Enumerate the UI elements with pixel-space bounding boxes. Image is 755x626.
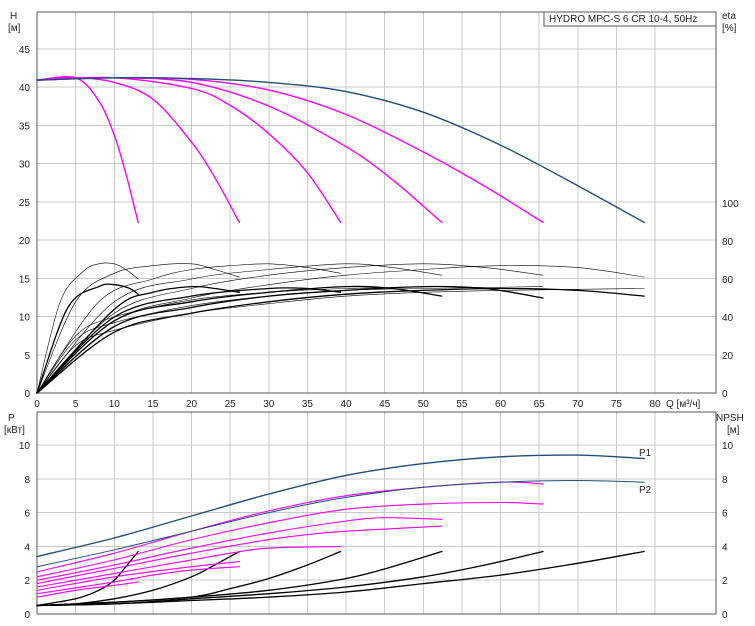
y2-tick-label-eta: 100	[722, 199, 739, 210]
y2-tick-label-eta: 60	[722, 275, 734, 286]
y-tick-label-h: 30	[19, 160, 31, 171]
y2-axis-unit-npsh: [м]	[727, 425, 740, 436]
y-tick-label-p: 6	[24, 509, 30, 520]
y2-axis-label-eta: eta	[722, 11, 736, 22]
chart-title: HYDRO MPC-S 6 CR 10-4, 50Hz	[549, 14, 697, 25]
x-tick-label: 65	[534, 399, 546, 410]
p2-curve-label: P2	[639, 485, 652, 496]
y-tick-label-h: 35	[19, 121, 31, 132]
x-tick-label: 25	[225, 399, 237, 410]
y-tick-label-p: 8	[24, 475, 30, 486]
y2-tick-label-npsh: 10	[722, 441, 734, 452]
y-tick-label-h: 5	[24, 351, 30, 362]
x-tick-label: 50	[418, 399, 430, 410]
y2-axis-unit-eta: [%]	[722, 23, 737, 34]
y-tick-label-h: 15	[19, 274, 31, 285]
x-axis-label-q: Q [м³/ч]	[666, 399, 701, 410]
y2-tick-label-eta: 20	[722, 351, 734, 362]
y2-tick-label-npsh: 4	[722, 542, 728, 553]
y2-tick-label-npsh: 0	[722, 610, 728, 621]
x-tick-label: 80	[649, 399, 661, 410]
y-axis-unit-p: [кВт]	[4, 425, 25, 436]
y2-tick-label-eta: 80	[722, 237, 734, 248]
y-tick-label-p: 4	[24, 542, 30, 553]
y-tick-label-h: 45	[19, 45, 31, 56]
y-tick-label-h: 0	[24, 389, 30, 400]
y-tick-label-h: 25	[19, 198, 31, 209]
y-tick-label-h: 20	[19, 236, 31, 247]
x-tick-label: 75	[611, 399, 623, 410]
y-tick-label-h: 10	[19, 313, 31, 324]
x-tick-label: 45	[379, 399, 391, 410]
x-tick-label: 30	[263, 399, 275, 410]
x-tick-label: 5	[73, 399, 79, 410]
x-tick-label: 15	[147, 399, 159, 410]
y2-tick-label-npsh: 6	[722, 509, 728, 520]
x-tick-label: 0	[34, 399, 40, 410]
y2-tick-label-npsh: 2	[722, 576, 728, 587]
y-tick-label-h: 40	[19, 83, 31, 94]
y2-tick-label-eta: 0	[722, 389, 728, 400]
y2-tick-label-npsh: 8	[722, 475, 728, 486]
pump-performance-chart: 0 5 10 15 20 25 30 35 40 45 50 55 60 65 70 75 8005101520…	[4, 11, 744, 621]
x-tick-label: 10	[109, 399, 121, 410]
y2-axis-label-npsh: NPSH	[716, 413, 744, 424]
y-axis-unit-h: [м]	[8, 23, 21, 34]
x-tick-label: 70	[572, 399, 584, 410]
y-axis-label-h: H	[10, 11, 17, 22]
power-npsh-panel: 0 2 4 6 8 10 0 2 4 6 8 10	[19, 411, 734, 621]
y2-tick-label-eta: 40	[722, 313, 734, 324]
head-efficiency-panel: 0 5 10 15 20 25 30 35 40 45 50 55 60 65 70 75 80 0 5 10 15 20…	[19, 11, 739, 410]
x-tick-label: 20	[186, 399, 198, 410]
y-axis-label-p: P	[8, 413, 15, 424]
x-tick-label: 55	[456, 399, 468, 410]
plot-area-top	[37, 12, 716, 393]
x-tick-label: 40	[340, 399, 352, 410]
y-tick-label-p: 2	[24, 576, 30, 587]
y-tick-label-p: 0	[24, 610, 30, 621]
y-tick-label-p: 10	[19, 441, 31, 452]
x-tick-label: 60	[495, 399, 507, 410]
x-tick-label: 35	[302, 399, 314, 410]
p1-curve-label: P1	[639, 448, 652, 459]
